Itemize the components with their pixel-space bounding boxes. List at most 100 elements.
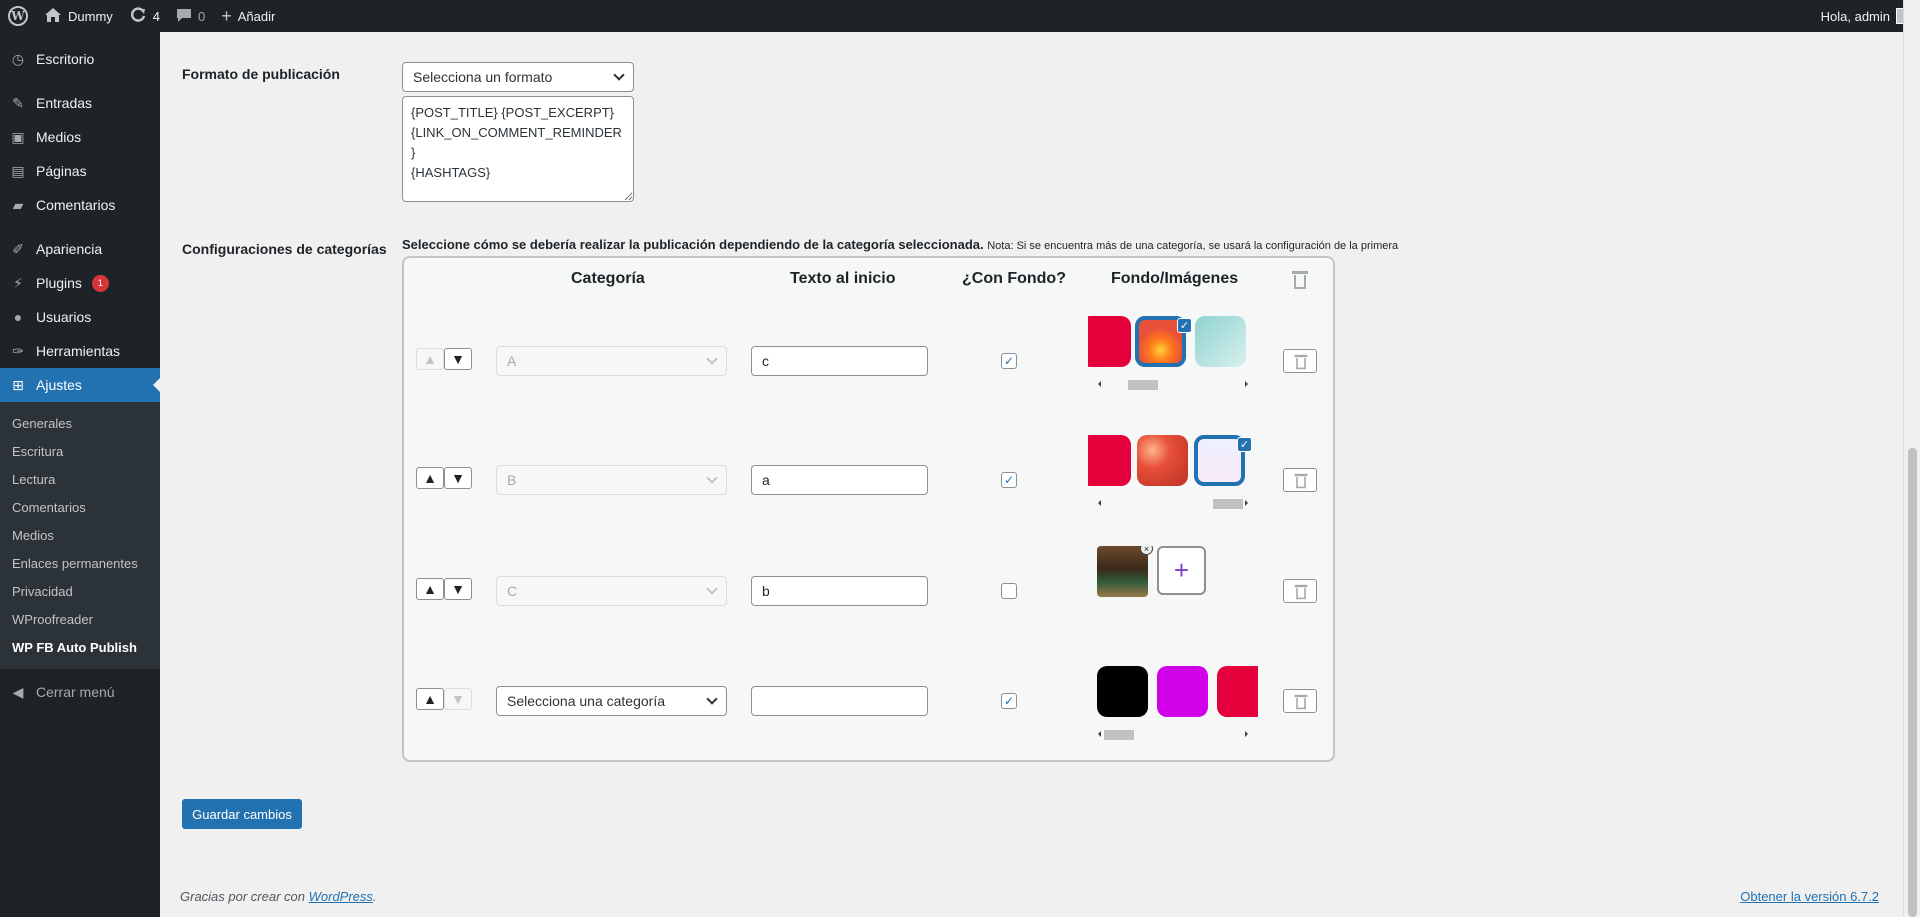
submenu-item-escritura[interactable]: Escritura (0, 437, 160, 465)
format-textarea[interactable] (402, 96, 634, 202)
thumbnails-scrollbar[interactable] (1088, 497, 1258, 509)
start-text-input[interactable] (751, 686, 928, 716)
move-up-button[interactable]: ▲ (416, 578, 444, 600)
submenu-item-generales[interactable]: Generales (0, 409, 160, 437)
submenu-item-wproofreader[interactable]: WProofreader (0, 605, 160, 633)
chevron-down-icon (613, 69, 625, 81)
image-thumbnails: × + (1088, 546, 1258, 626)
start-text-input[interactable]: c (751, 346, 928, 376)
scroll-left-icon (1095, 381, 1101, 387)
sidebar-item-entradas[interactable]: ✎ Entradas (0, 86, 160, 120)
sidebar-item-ajustes[interactable]: ⊞ Ajustes (0, 368, 161, 402)
categories-label: Configuraciones de categorías (182, 241, 387, 257)
sidebar-item-label: Escritorio (36, 51, 95, 67)
category-value: A (507, 353, 517, 369)
move-up-button[interactable]: ▲ (416, 348, 444, 370)
save-changes-button[interactable]: Guardar cambios (182, 799, 302, 829)
header-images: Fondo/Imágenes (1111, 270, 1239, 287)
trash-icon (1294, 694, 1308, 710)
category-select[interactable]: B (496, 465, 727, 495)
get-version-link[interactable]: Obtener la versión 6.7.2 (1740, 889, 1879, 904)
background-thumb[interactable] (1097, 666, 1148, 717)
comment-bubble-icon (176, 7, 192, 26)
delete-row-button[interactable] (1283, 689, 1317, 713)
start-text-input[interactable]: b (751, 576, 928, 606)
delete-row-button[interactable] (1283, 349, 1317, 373)
add-new-link[interactable]: + Añadir (213, 0, 283, 32)
thumbnails-scrollbar[interactable] (1088, 728, 1258, 740)
submenu-item-wp-fb-auto-publish[interactable]: WP FB Auto Publish (0, 633, 160, 661)
scroll-thumb[interactable] (1128, 380, 1158, 390)
move-down-button[interactable]: ▼ (444, 688, 472, 710)
sidebar-item-plugins[interactable]: ⚡ Plugins 1 (0, 266, 160, 300)
background-thumb[interactable] (1217, 666, 1258, 717)
collapse-menu-button[interactable]: ◀ Cerrar menú (0, 675, 160, 709)
move-up-button[interactable]: ▲ (416, 467, 444, 489)
sidebar-item-comentarios[interactable]: ▰ Comentarios (0, 188, 160, 222)
move-down-button[interactable]: ▼ (444, 348, 472, 370)
submenu-item-lectura[interactable]: Lectura (0, 465, 160, 493)
with-background-checkbox[interactable]: ✓ (1001, 472, 1017, 488)
start-text-input[interactable]: a (751, 465, 928, 495)
delete-row-button[interactable] (1283, 468, 1317, 492)
sidebar-item-paginas[interactable]: ▤ Páginas (0, 154, 160, 188)
category-select[interactable]: Selecciona una categoría (496, 686, 727, 716)
site-name: Dummy (68, 8, 113, 24)
remove-image-icon[interactable]: × (1140, 546, 1153, 555)
plugin-icon: ⚡ (13, 274, 23, 291)
move-down-button[interactable]: ▼ (444, 578, 472, 600)
delete-all-trash-icon[interactable] (1292, 271, 1308, 289)
sidebar-item-medios[interactable]: ▣ Medios (0, 120, 160, 154)
sidebar-item-label: Ajustes (36, 377, 82, 393)
updates-count: 4 (152, 8, 161, 24)
wordpress-link[interactable]: WordPress (309, 889, 373, 904)
trash-icon (1294, 354, 1308, 370)
sidebar-item-usuarios[interactable]: ● Usuarios (0, 300, 160, 334)
scroll-thumb[interactable] (1213, 499, 1243, 509)
sidebar-item-apariencia[interactable]: ✐ Apariencia (0, 232, 160, 266)
updates-link[interactable]: 4 (121, 0, 168, 32)
page-icon: ▤ (11, 162, 25, 179)
thumbnails-scrollbar[interactable] (1088, 378, 1258, 390)
background-thumb[interactable] (1088, 435, 1131, 486)
submenu-item-comentarios[interactable]: Comentarios (0, 493, 160, 521)
chevron-down-icon (706, 583, 718, 595)
categories-description: Seleccione cómo se debería realizar la p… (402, 237, 1398, 252)
header-background: ¿Con Fondo? (962, 270, 1066, 287)
comments-link[interactable]: 0 (168, 0, 213, 32)
site-name-link[interactable]: Dummy (36, 0, 121, 32)
settings-submenu: Generales Escritura Lectura Comentarios … (0, 402, 160, 669)
move-up-button[interactable]: ▲ (416, 688, 444, 710)
add-image-button[interactable]: + (1157, 546, 1206, 595)
background-thumb[interactable] (1088, 316, 1131, 367)
user-icon: ● (13, 309, 23, 325)
submenu-item-enlaces-permanentes[interactable]: Enlaces permanentes (0, 549, 160, 577)
background-thumbnails: ✓ (1088, 435, 1258, 511)
with-background-checkbox[interactable] (1001, 583, 1017, 599)
background-thumb[interactable] (1195, 316, 1246, 367)
page-scrollbar[interactable] (1903, 0, 1920, 917)
submenu-item-medios[interactable]: Medios (0, 521, 160, 549)
background-thumb[interactable] (1137, 435, 1188, 486)
scroll-thumb[interactable] (1104, 730, 1134, 740)
delete-row-button[interactable] (1283, 579, 1317, 603)
background-thumb[interactable] (1157, 666, 1208, 717)
sidebar-item-label: Entradas (36, 95, 93, 111)
page-scroll-thumb[interactable] (1908, 448, 1917, 917)
wordpress-logo-menu[interactable]: W (0, 0, 36, 32)
home-icon (44, 7, 62, 26)
selected-check-icon: ✓ (1237, 437, 1252, 452)
submenu-item-privacidad[interactable]: Privacidad (0, 577, 160, 605)
header-category: Categoría (571, 270, 645, 287)
scroll-right-icon (1245, 381, 1251, 387)
format-select[interactable]: Selecciona un formato (402, 62, 634, 92)
uploaded-image-thumb[interactable] (1097, 546, 1148, 597)
with-background-checkbox[interactable]: ✓ (1001, 353, 1017, 369)
sidebar-item-escritorio[interactable]: ◷ Escritorio (0, 42, 160, 76)
category-select[interactable]: C (496, 576, 727, 606)
brush-icon: ✐ (12, 240, 24, 257)
category-select[interactable]: A (496, 346, 727, 376)
with-background-checkbox[interactable]: ✓ (1001, 693, 1017, 709)
sidebar-item-herramientas[interactable]: ✑ Herramientas (0, 334, 160, 368)
move-down-button[interactable]: ▼ (444, 467, 472, 489)
